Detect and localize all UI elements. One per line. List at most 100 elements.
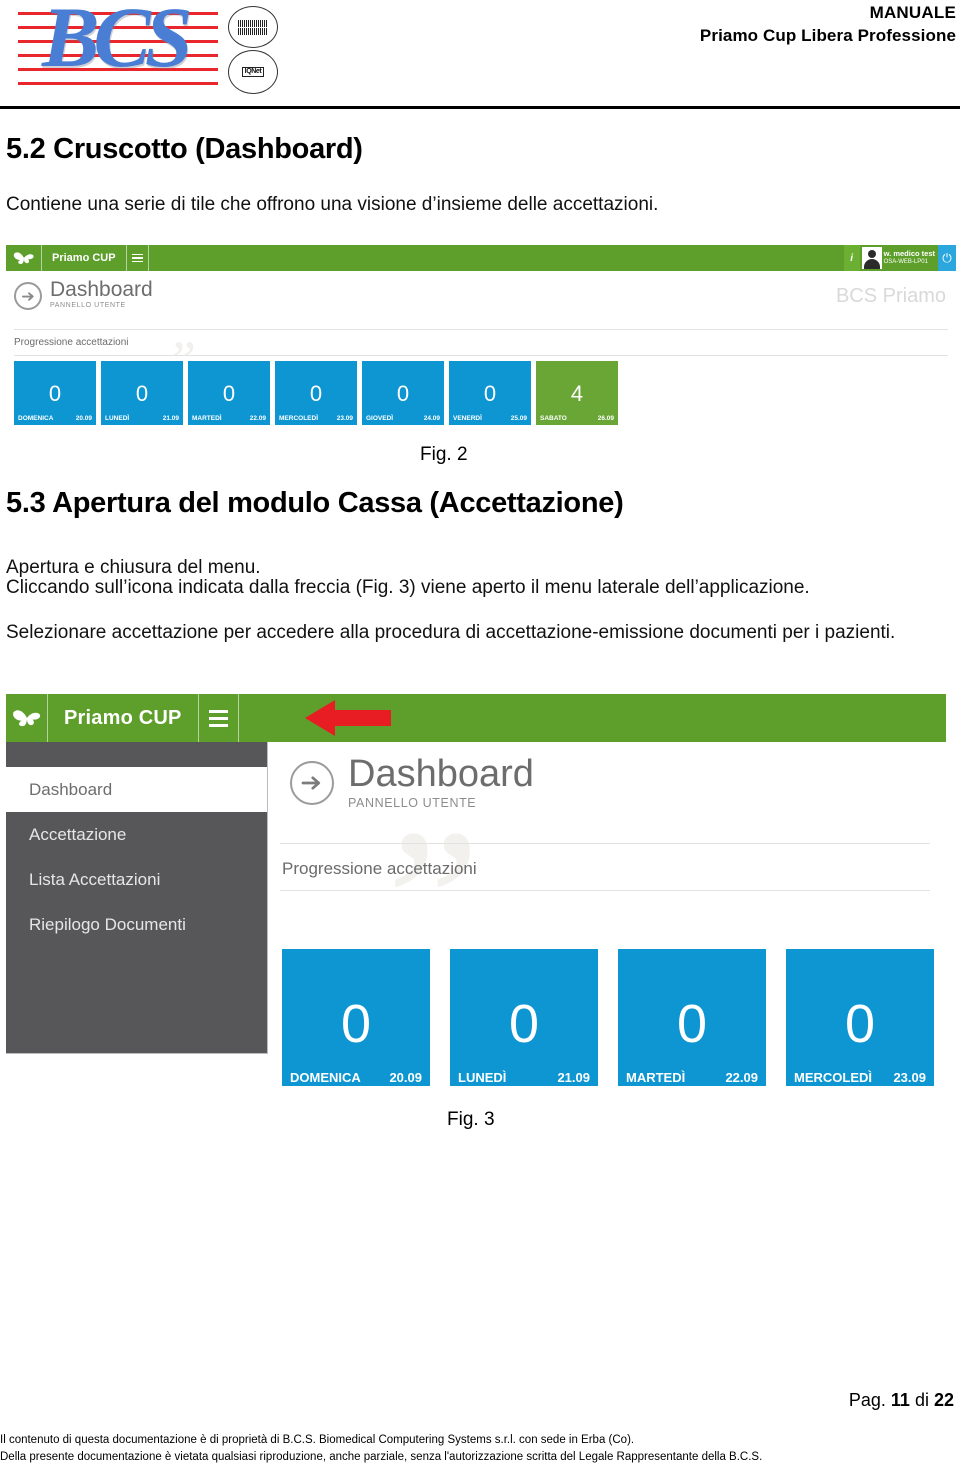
user-info: w. medico test OSA-WEB-LP01 bbox=[884, 250, 938, 266]
tile-date: 23.09 bbox=[893, 1070, 926, 1085]
tile-day: DOMENICA bbox=[290, 1070, 361, 1085]
sidebar-item-label: Lista Accettazioni bbox=[29, 869, 161, 889]
tile-day: VENERDÌ bbox=[453, 415, 482, 422]
tile[interactable]: 0 DOMENICA 20.09 bbox=[14, 361, 96, 425]
tile-value: 0 bbox=[135, 381, 149, 406]
sidebar-item-label: Dashboard bbox=[29, 779, 113, 799]
sidebar-item-riepilogo-documenti[interactable]: Riepilogo Documenti bbox=[6, 902, 267, 947]
bcs-logo: BCS bbox=[18, 0, 218, 96]
fig2-brand-name: Priamo CUP bbox=[42, 245, 127, 271]
tile[interactable]: 0 DOMENICA 20.09 bbox=[282, 949, 430, 1086]
butterfly-logo-icon bbox=[6, 245, 42, 271]
fig3-panel-title: Dashboard bbox=[348, 753, 534, 795]
tile[interactable]: 4 SABATO 26.09 bbox=[536, 361, 618, 425]
page-number: Pag. 11 di 22 bbox=[849, 1390, 954, 1411]
fig2-section-label: Progressione accettazioni bbox=[14, 337, 129, 348]
arrow-right-circle-icon bbox=[290, 761, 334, 805]
tile[interactable]: 0 MERCOLEDÌ 23.09 bbox=[275, 361, 357, 425]
tile[interactable]: 0 LUNEDÌ 21.09 bbox=[450, 949, 598, 1086]
fig2-tiles: 0 DOMENICA 20.09 0 LUNEDÌ 21.09 0 MARTED… bbox=[14, 361, 618, 425]
fig2-panel-header: Dashboard PANNELLO UTENTE bbox=[14, 279, 153, 310]
tile-date: 26.09 bbox=[597, 415, 614, 422]
fig3-section-label: Progressione accettazioni bbox=[282, 859, 477, 878]
arrow-right-circle-icon bbox=[14, 282, 42, 310]
hamburger-icon[interactable] bbox=[199, 694, 239, 742]
fig3-sidebar: Dashboard Accettazione Lista Accettazion… bbox=[6, 742, 268, 1054]
fig3-brand-name: Priamo CUP bbox=[48, 694, 199, 742]
avatar bbox=[861, 247, 882, 269]
fig3-tiles: 0 DOMENICA 20.09 0 LUNEDÌ 21.09 0 MARTED… bbox=[282, 949, 934, 1086]
tile[interactable]: 0 MARTEDÌ 22.09 bbox=[618, 949, 766, 1086]
tile-date: 25.09 bbox=[510, 415, 527, 422]
logo-text: BCS bbox=[42, 0, 193, 85]
sidebar-item-label: Riepilogo Documenti bbox=[29, 914, 186, 934]
manual-title-line1: MANUALE bbox=[869, 3, 956, 22]
fig3-panel-subtitle: PANNELLO UTENTE bbox=[348, 796, 477, 810]
tile-value: 0 bbox=[508, 994, 540, 1054]
hamburger-icon[interactable] bbox=[127, 245, 149, 271]
tile-date: 24.09 bbox=[423, 415, 440, 422]
tile[interactable]: 0 MARTEDÌ 22.09 bbox=[188, 361, 270, 425]
tile-day: MARTEDÌ bbox=[626, 1070, 686, 1085]
sidebar-item-lista-accettazioni[interactable]: Lista Accettazioni bbox=[6, 857, 267, 902]
fig2-appbar: Priamo CUP i w. medico test OSA-WEB-LP01… bbox=[6, 245, 956, 271]
section-5-3-paragraph-2: Cliccando sull’icona indicata dalla frec… bbox=[6, 577, 810, 598]
fig3-divider-top bbox=[280, 843, 930, 844]
section-5-2-paragraph: Contiene una serie di tile che offrono u… bbox=[6, 194, 659, 215]
tile-value: 4 bbox=[570, 381, 584, 406]
tile[interactable]: 0 VENERDÌ 25.09 bbox=[449, 361, 531, 425]
footer-copyright: Il contenuto di questa documentazione è … bbox=[0, 1432, 960, 1465]
certification-seal-iqnet-icon: IQNet bbox=[228, 50, 278, 94]
tile-value: 0 bbox=[222, 381, 236, 406]
fig3-panel-header: Dashboard PANNELLO UTENTE bbox=[290, 755, 534, 810]
tile-date: 22.09 bbox=[725, 1070, 758, 1085]
tile-date: 20.09 bbox=[389, 1070, 422, 1085]
page-prefix: Pag. bbox=[848, 1390, 886, 1410]
tile[interactable]: 0 MERCOLEDÌ 23.09 bbox=[786, 949, 934, 1086]
power-icon[interactable]: ⏻ bbox=[938, 245, 956, 271]
fig2-panel-subtitle: PANNELLO UTENTE bbox=[50, 302, 126, 309]
tile-value: 0 bbox=[396, 381, 410, 406]
fig2-panel-title: Dashboard bbox=[50, 278, 153, 301]
fig3-content: ” Dashboard PANNELLO UTENTE Progressione… bbox=[268, 742, 946, 1086]
fig2-divider-top bbox=[14, 329, 948, 330]
sidebar-item-label: Accettazione bbox=[29, 824, 127, 844]
tile-date: 22.09 bbox=[249, 415, 266, 422]
page-separator: di bbox=[914, 1390, 929, 1410]
tile-value: 0 bbox=[309, 381, 323, 406]
manual-title: MANUALE Priamo Cup Libera Professione bbox=[700, 2, 956, 48]
tile[interactable]: 0 LUNEDÌ 21.09 bbox=[101, 361, 183, 425]
info-icon[interactable]: i bbox=[843, 245, 860, 271]
sidebar-top-spacer bbox=[6, 742, 267, 767]
fig2-divider-bottom bbox=[14, 355, 948, 356]
tile-value: 0 bbox=[340, 994, 372, 1054]
tile-day: MERCOLEDÌ bbox=[279, 415, 318, 422]
tile[interactable]: 0 GIOVEDÌ 24.09 bbox=[362, 361, 444, 425]
red-left-arrow-icon bbox=[305, 699, 391, 737]
figure-3-screenshot: Priamo CUP Dashboard Accettazione Lista … bbox=[6, 694, 946, 1086]
footer-note-line1: Il contenuto di questa documentazione è … bbox=[0, 1434, 635, 1446]
tile-day: GIOVEDÌ bbox=[366, 415, 394, 422]
fig2-brand-watermark: BCS Priamo bbox=[835, 285, 946, 307]
page-total: 22 bbox=[933, 1390, 954, 1410]
butterfly-logo-icon bbox=[6, 694, 48, 742]
figure-2-caption: Fig. 2 bbox=[420, 444, 468, 465]
tile-value: 0 bbox=[844, 994, 876, 1054]
figure-3-caption: Fig. 3 bbox=[447, 1109, 495, 1130]
tile-value: 0 bbox=[676, 994, 708, 1054]
tile-date: 23.09 bbox=[336, 415, 353, 422]
section-heading-5-3: 5.3 Apertura del modulo Cassa (Accettazi… bbox=[6, 487, 624, 519]
section-5-3-paragraph-3: Selezionare accettazione per accedere al… bbox=[6, 622, 896, 643]
tile-date: 21.09 bbox=[162, 415, 179, 422]
user-host: OSA-WEB-LP01 bbox=[883, 258, 928, 265]
sidebar-item-dashboard[interactable]: Dashboard bbox=[6, 767, 267, 812]
tile-date: 20.09 bbox=[75, 415, 92, 422]
page-header: BCS IQNet MANUALE Priamo Cup Libera Prof… bbox=[0, 0, 960, 112]
figure-2-screenshot: ” Priamo CUP i w. medico test OSA-WEB-LP… bbox=[6, 245, 956, 437]
tile-day: MARTEDÌ bbox=[192, 415, 222, 422]
fig3-appbar: Priamo CUP bbox=[6, 694, 946, 742]
tile-day: SABATO bbox=[540, 415, 567, 422]
tile-date: 21.09 bbox=[557, 1070, 590, 1085]
sidebar-item-accettazione[interactable]: Accettazione bbox=[6, 812, 267, 857]
footer-note-line2: Della presente documentazione è vietata … bbox=[0, 1450, 763, 1463]
